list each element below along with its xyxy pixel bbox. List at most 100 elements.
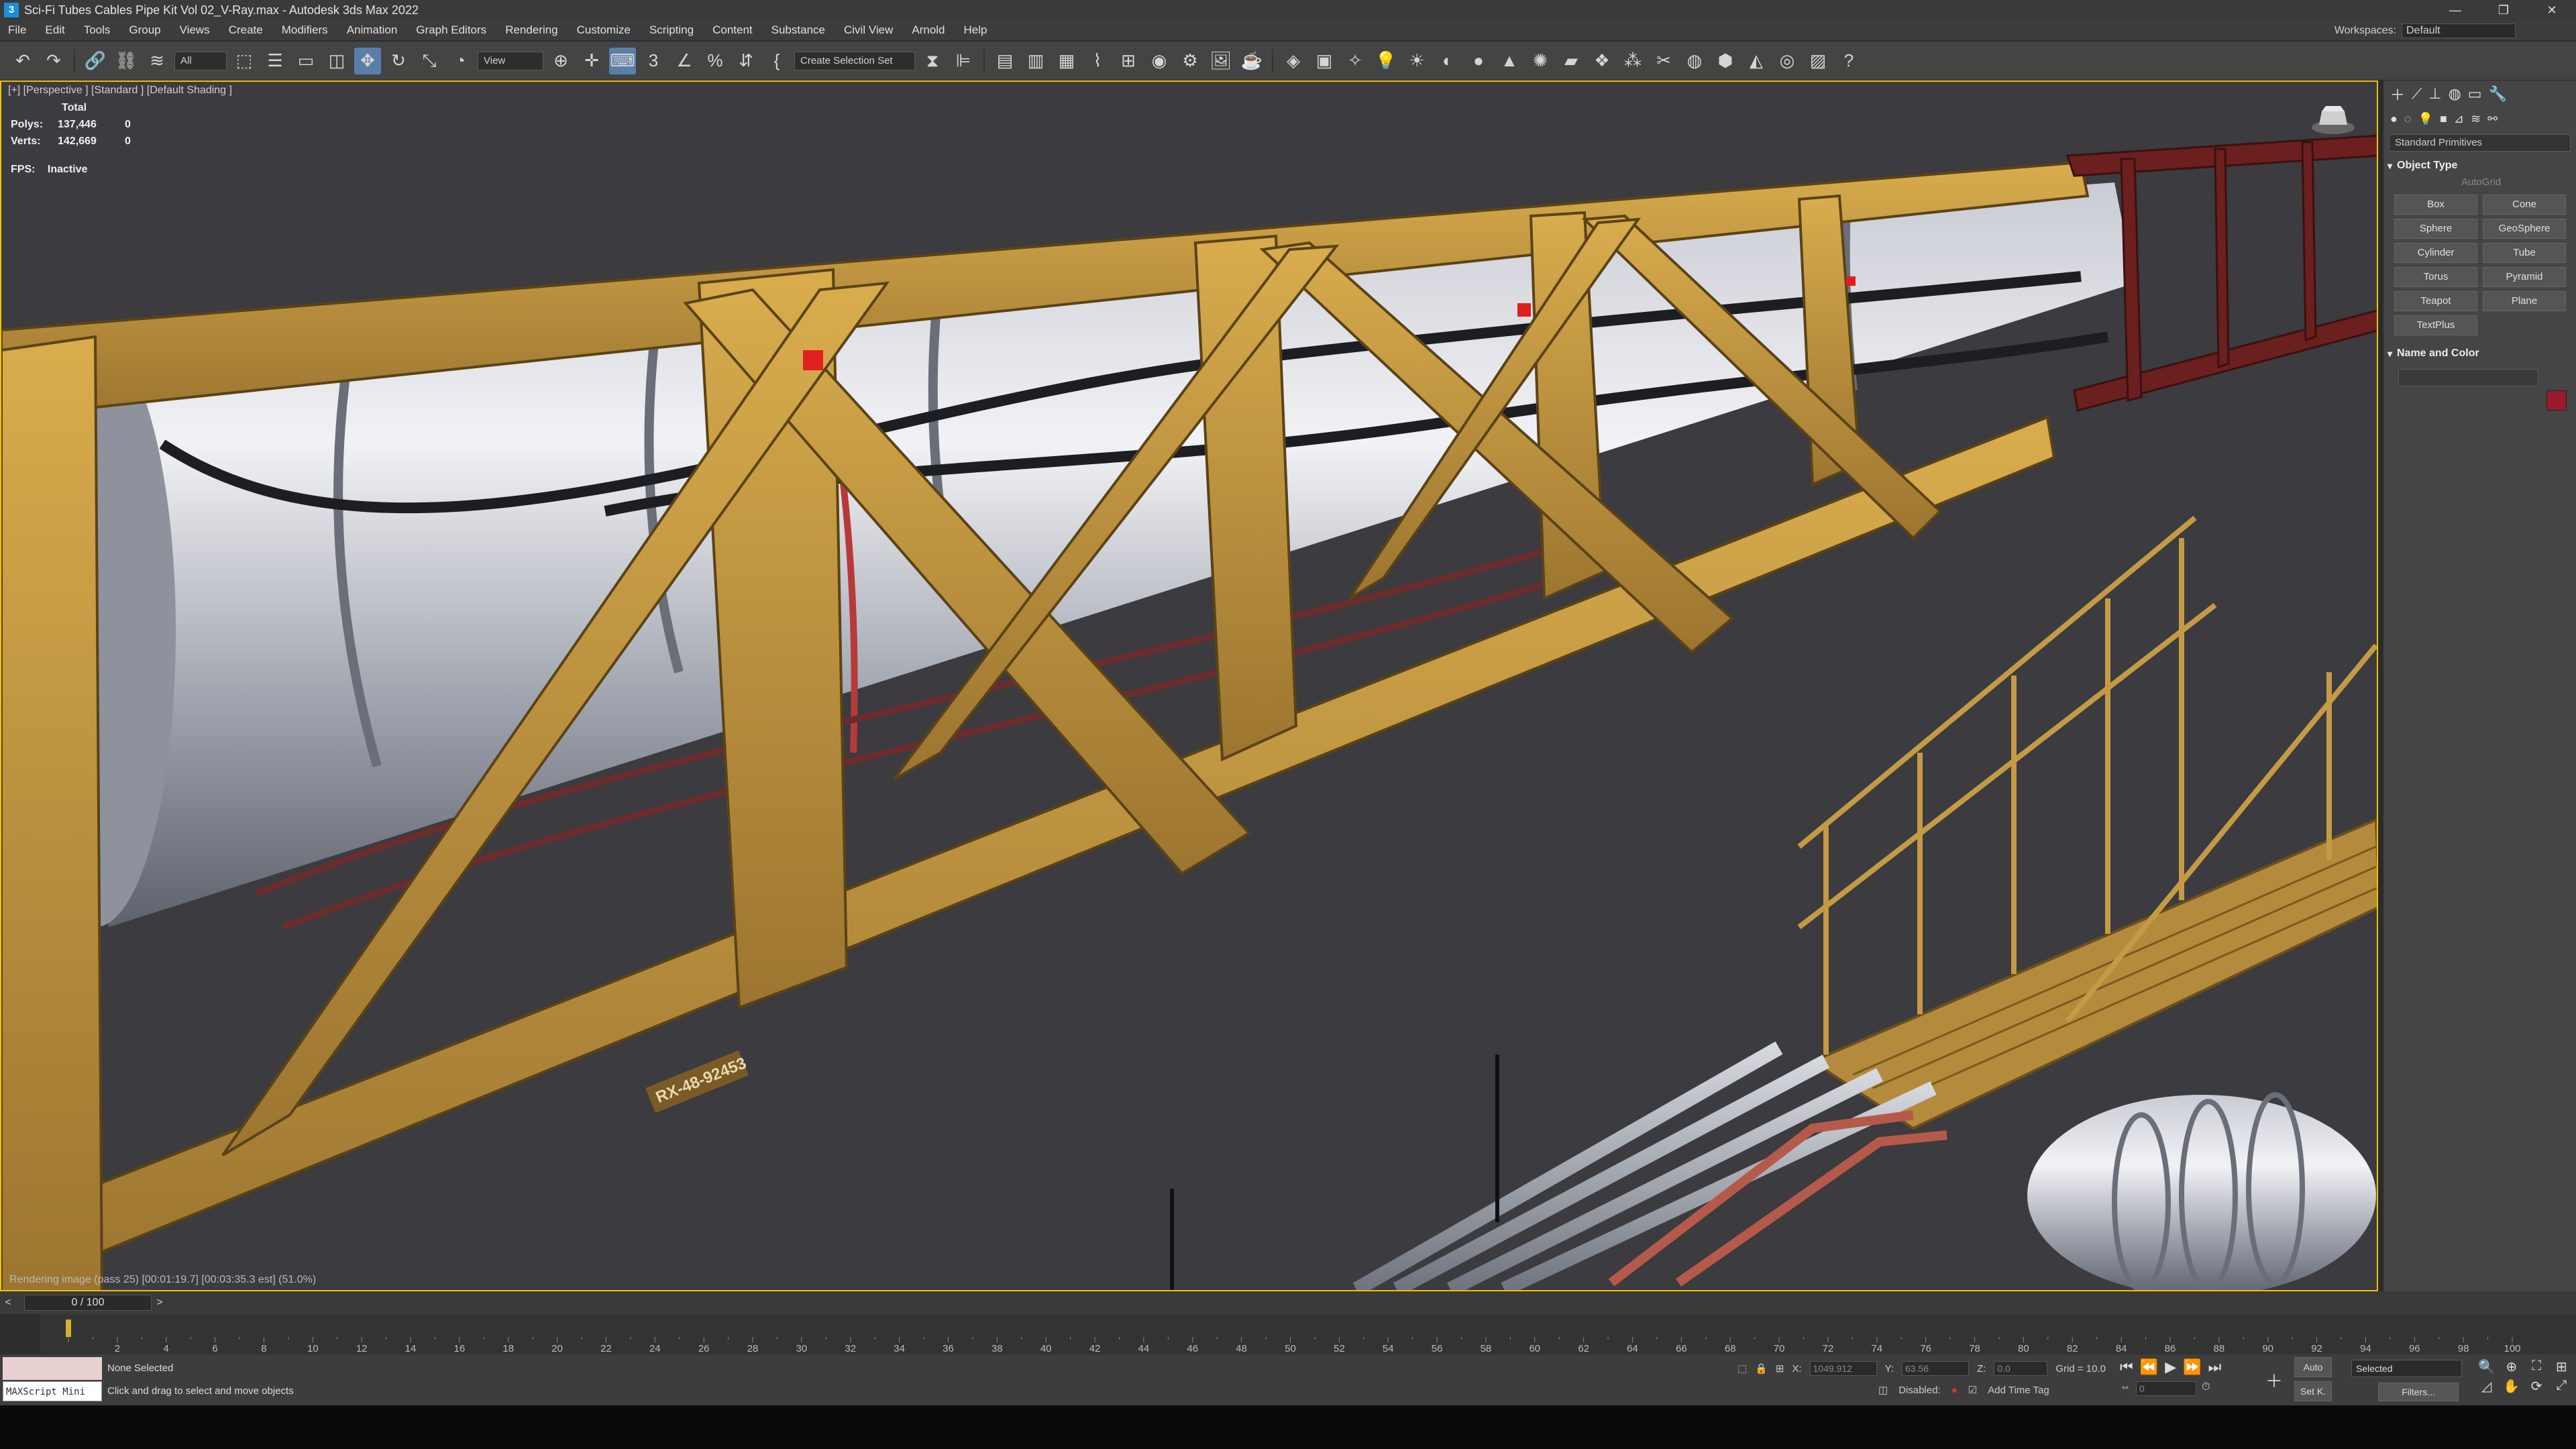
geometry-icon[interactable]: ● [2390,112,2398,126]
primitive-type-dropdown[interactable]: Standard Primitives [2389,134,2571,152]
vray-clipper-icon[interactable]: ✂ [1650,48,1677,74]
next-frame-icon[interactable]: ⏩ [2183,1358,2201,1376]
play-icon[interactable]: ▶ [2165,1358,2176,1376]
vray-scatter-icon[interactable]: ⁂ [1619,48,1646,74]
named-selection-dropdown[interactable]: Create Selection Set [794,51,915,70]
unlink-icon[interactable]: ⛓ [113,48,140,74]
select-manipulate-icon[interactable]: ✛ [578,48,605,74]
x-coordinate-field[interactable]: 1049.912 [1809,1361,1877,1376]
motion-tab-icon[interactable]: ◍ [2449,85,2461,103]
window-crossing-icon[interactable]: ◫ [323,48,350,74]
add-key-icon[interactable]: ＋ [2261,1366,2288,1393]
textplus-button[interactable]: TextPlus [2394,315,2477,335]
vray-light-icon[interactable]: 💡 [1373,48,1399,74]
zoom-all-icon[interactable]: ⊕ [2500,1358,2522,1375]
utilities-tab-icon[interactable]: 🔧 [2489,85,2507,103]
arnold-light-icon[interactable]: ◭ [1743,48,1770,74]
undo-icon[interactable]: ↶ [9,48,36,74]
maxscript-listener[interactable]: MAXScript Mini [3,1357,102,1403]
menu-arnold[interactable]: Arnold [912,23,945,37]
menu-customize[interactable]: Customize [577,23,631,37]
go-to-start-icon[interactable]: ⏮ [2120,1358,2133,1376]
align-icon[interactable]: ⊫ [950,48,977,74]
object-color-swatch[interactable] [2546,390,2567,411]
display-tab-icon[interactable]: ▭ [2468,85,2482,103]
vray-sphere-icon[interactable]: ● [1465,48,1492,74]
vray-proxy-icon[interactable]: ❖ [1589,48,1615,74]
vray-fur-icon[interactable]: ✺ [1527,48,1554,74]
menu-modifiers[interactable]: Modifiers [282,23,328,37]
z-coordinate-field[interactable]: 0.0 [1994,1361,2048,1376]
spacewarps-icon[interactable]: ≋ [2471,112,2481,126]
vray-frame-buffer-icon[interactable]: ▣ [1311,48,1338,74]
selection-filter-dropdown[interactable]: All [174,51,227,70]
degradation-icon[interactable]: ◫ [1878,1384,1888,1396]
cylinder-button[interactable]: Cylinder [2394,243,2477,263]
spinner-snap-icon[interactable]: ⇵ [733,48,759,74]
mirror-icon[interactable]: ⧗ [919,48,946,74]
orbit-icon[interactable]: ⟳ [2526,1378,2548,1395]
render-production-icon[interactable]: ☕ [1238,48,1265,74]
vray-plane-icon[interactable]: ▰ [1558,48,1585,74]
vray-render-icon[interactable]: ◈ [1280,48,1307,74]
select-and-move-icon[interactable]: ✥ [354,47,381,74]
arnold-render-icon[interactable]: ◍ [1681,48,1708,74]
systems-icon[interactable]: ⚯ [2487,112,2498,126]
name-and-color-title[interactable]: Name and Color [2387,345,2572,362]
pivot-center-icon[interactable]: ⊕ [547,48,574,74]
edit-named-selection-icon[interactable]: { [763,48,790,74]
workspace-dropdown[interactable]: Default [2402,23,2516,38]
tube-button[interactable]: Tube [2483,243,2566,263]
select-and-place-icon[interactable]: ◔ [447,48,474,74]
rectangular-selection-icon[interactable]: ▭ [292,48,319,74]
vray-lister-icon[interactable]: ✧ [1342,48,1368,74]
viewcube-icon[interactable] [2310,102,2357,136]
vray-dome-icon[interactable]: ◐ [1434,48,1461,74]
rendered-frame-window-icon[interactable]: 🖼 [1208,48,1234,74]
teapot-button[interactable]: Teapot [2394,291,2477,311]
create-tab-icon[interactable]: ＋ [2390,83,2405,105]
modify-tab-icon[interactable]: ⟋ [2412,85,2422,103]
geosphere-button[interactable]: GeoSphere [2483,219,2566,239]
maxscript-mini-input[interactable]: MAXScript Mini [3,1381,102,1401]
torus-button[interactable]: Torus [2394,267,2477,287]
menu-content[interactable]: Content [712,23,753,37]
close-button[interactable]: ✕ [2528,0,2576,20]
help-icon[interactable]: ? [1835,48,1862,74]
maximize-viewport-icon[interactable]: ⤢ [2551,1378,2573,1395]
pyramid-button[interactable]: Pyramid [2483,267,2566,287]
sphere-button[interactable]: Sphere [2394,219,2477,239]
keyboard-shortcut-toggle-icon[interactable]: ⌨ [609,47,636,74]
helpers-icon[interactable]: ⊿ [2454,112,2464,126]
render-setup-icon[interactable]: ⚙ [1177,48,1203,74]
track-bar-key-icon[interactable] [0,1314,40,1354]
zoom-extents-all-icon[interactable]: ⊞ [2551,1358,2573,1375]
snaps-toggle-icon[interactable]: 3 [640,48,667,74]
go-to-end-icon[interactable]: ⏭ [2208,1358,2222,1376]
select-and-rotate-icon[interactable]: ↻ [385,48,412,74]
key-filters-button[interactable]: Filters... [2378,1383,2459,1401]
prev-frame-arrow-icon[interactable]: < [0,1297,16,1309]
layer-explorer-icon[interactable]: ▥ [1022,48,1049,74]
previous-frame-icon[interactable]: ⏪ [2140,1358,2158,1376]
isolate-icon[interactable]: ⬚ [1737,1362,1747,1375]
maxscript-output[interactable] [3,1357,102,1380]
track-bar[interactable]: 2 4 6 8 10 12 14 16 18 20 22 24 26 28 30 32 34 36 38 40 42 44… [0,1314,2576,1354]
redo-icon[interactable]: ↷ [40,48,67,74]
record-icon[interactable]: ● [1951,1385,1957,1396]
set-key-button[interactable]: Set K. [2294,1381,2332,1401]
menu-file[interactable]: File [8,23,26,37]
menu-substance[interactable]: Substance [771,23,825,37]
percent-snap-icon[interactable]: % [702,48,729,74]
time-slider-thumb[interactable]: 0 / 100 [24,1295,152,1311]
menu-help[interactable]: Help [964,23,987,37]
scene-explorer-icon[interactable]: ▤ [991,48,1018,74]
hierarchy-tab-icon[interactable]: ⊥ [2428,85,2441,103]
arnold-settings-icon[interactable]: ◎ [1774,48,1801,74]
menu-rendering[interactable]: Rendering [505,23,557,37]
object-name-field[interactable] [2398,369,2538,386]
menu-tools[interactable]: Tools [84,23,111,37]
menu-civil-view[interactable]: Civil View [844,23,893,37]
link-icon[interactable]: 🔗 [82,48,109,74]
auto-key-button[interactable]: Auto [2294,1357,2332,1377]
